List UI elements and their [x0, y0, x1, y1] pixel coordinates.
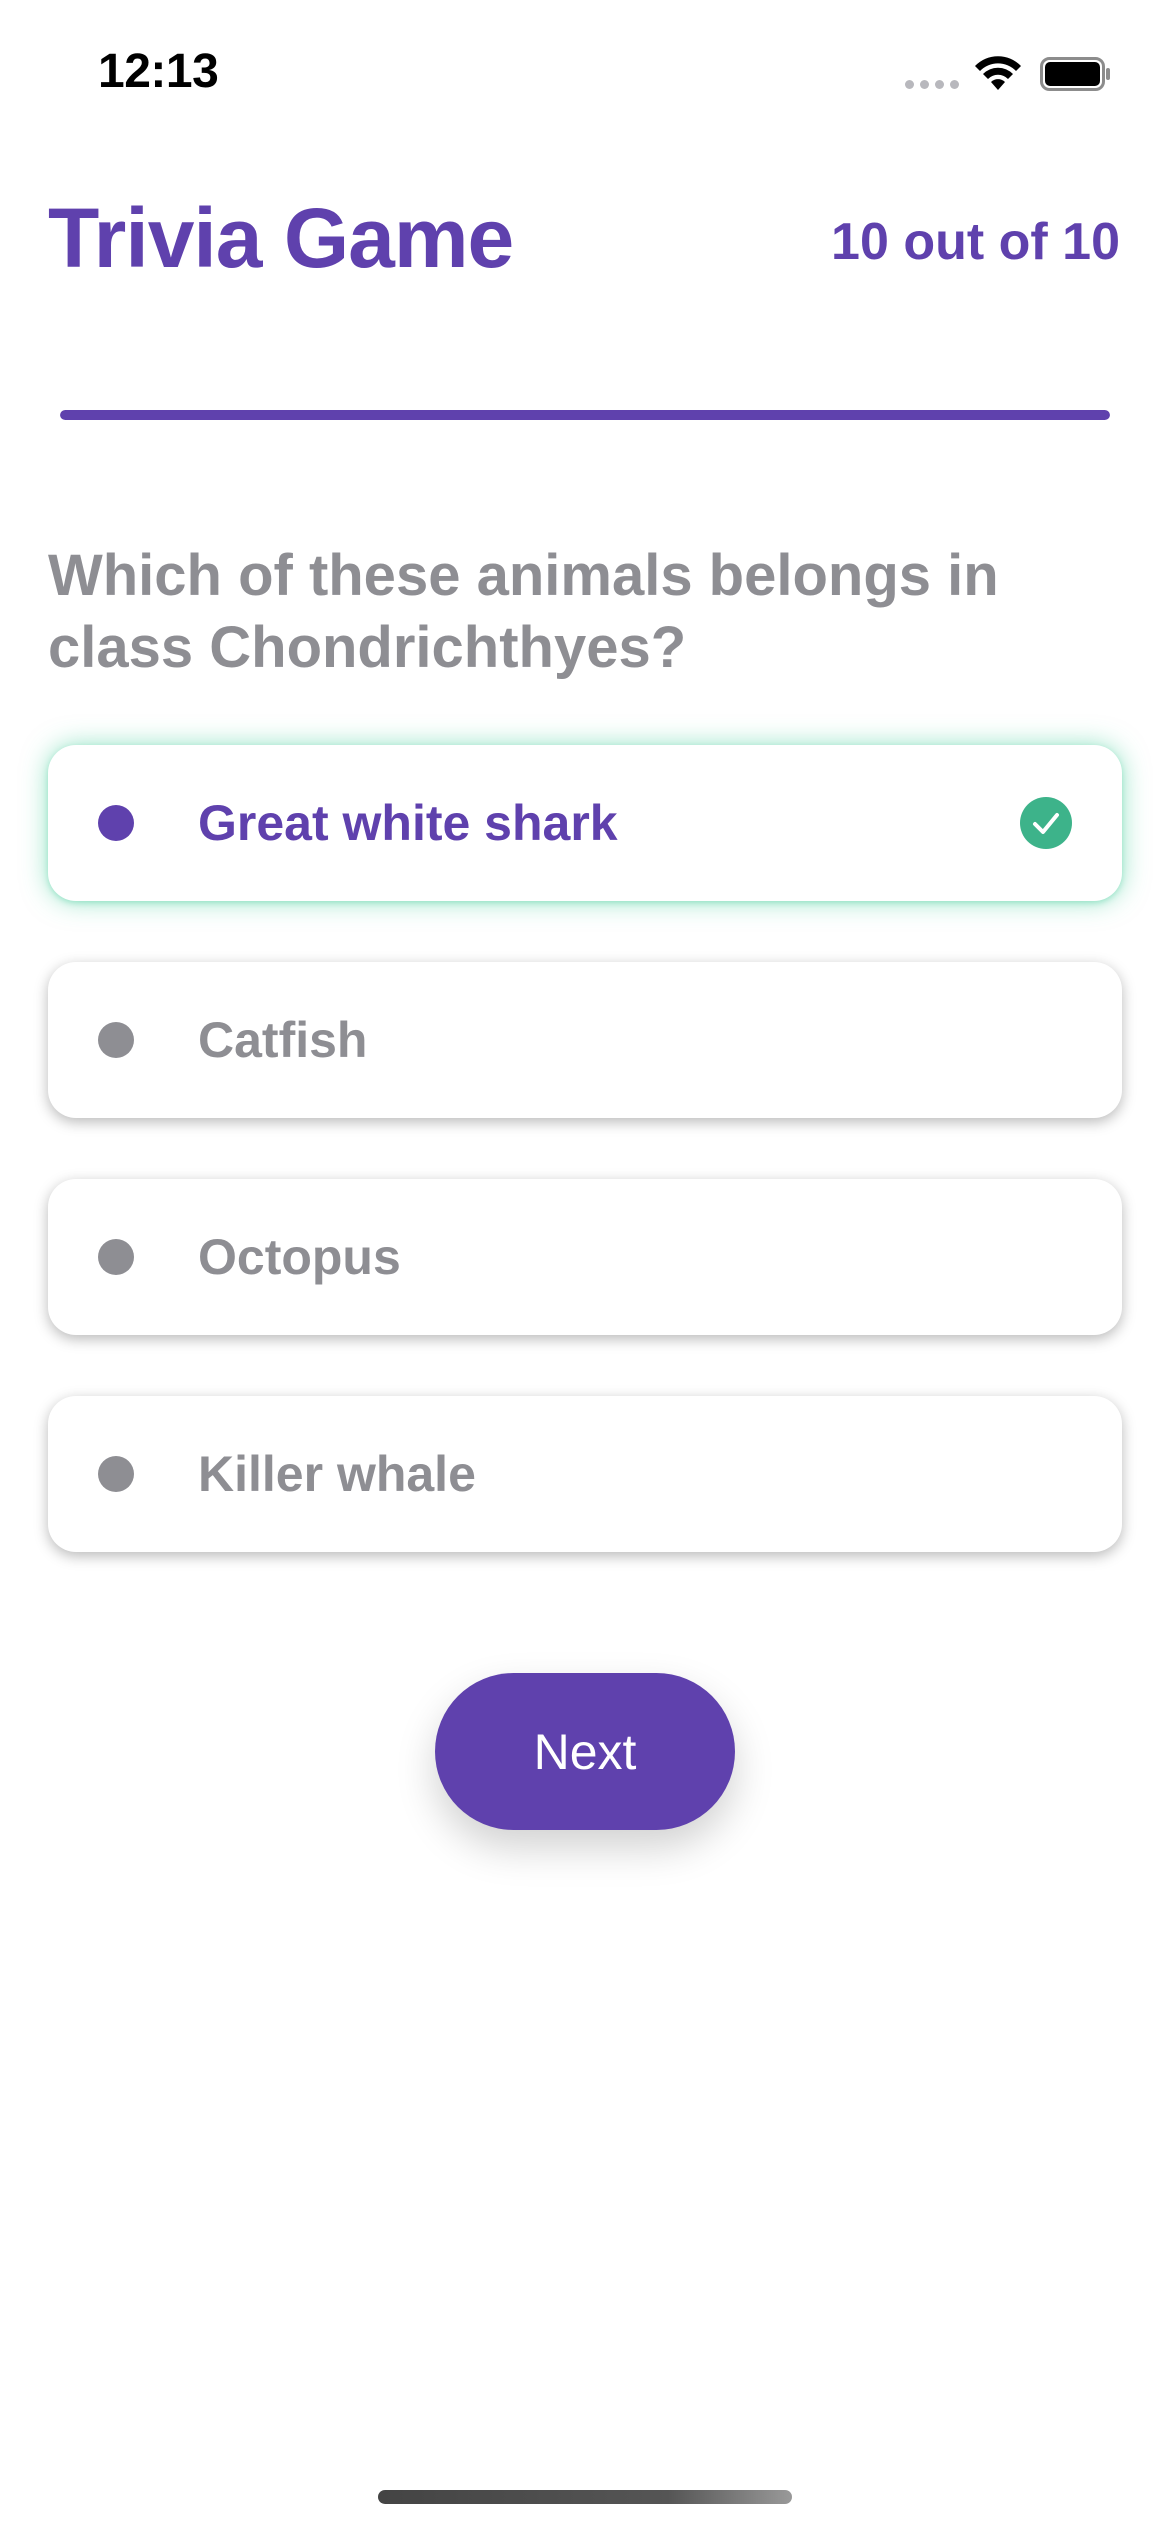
home-indicator[interactable]	[378, 2490, 792, 2504]
status-time: 12:13	[98, 45, 219, 98]
answer-label: Great white shark	[198, 795, 618, 851]
answer-option-killer-whale[interactable]: Killer whale	[48, 1396, 1122, 1552]
bullet-icon	[98, 1456, 134, 1492]
progress-bar-fill	[60, 410, 1110, 420]
cellular-signal-icon	[905, 80, 959, 89]
answer-label: Catfish	[198, 1012, 368, 1068]
answer-label: Killer whale	[198, 1446, 476, 1502]
wifi-icon	[975, 56, 1021, 90]
checkmark-circle-icon	[1020, 797, 1072, 849]
bullet-icon	[98, 805, 134, 841]
answer-option-great-white-shark[interactable]: Great white shark	[48, 745, 1122, 901]
answer-list: Great white shark Catfish Octopus Killer…	[48, 745, 1122, 1613]
progress-bar	[60, 410, 1110, 420]
next-button[interactable]: Next	[435, 1673, 735, 1830]
answer-label: Octopus	[198, 1229, 401, 1285]
page-title: Trivia Game	[48, 191, 514, 285]
bullet-icon	[98, 1022, 134, 1058]
answer-option-catfish[interactable]: Catfish	[48, 962, 1122, 1118]
battery-icon	[1040, 57, 1110, 91]
question-counter: 10 out of 10	[831, 213, 1120, 271]
answer-option-octopus[interactable]: Octopus	[48, 1179, 1122, 1335]
question-text: Which of these animals belongs in class …	[48, 543, 999, 680]
bullet-icon	[98, 1239, 134, 1275]
